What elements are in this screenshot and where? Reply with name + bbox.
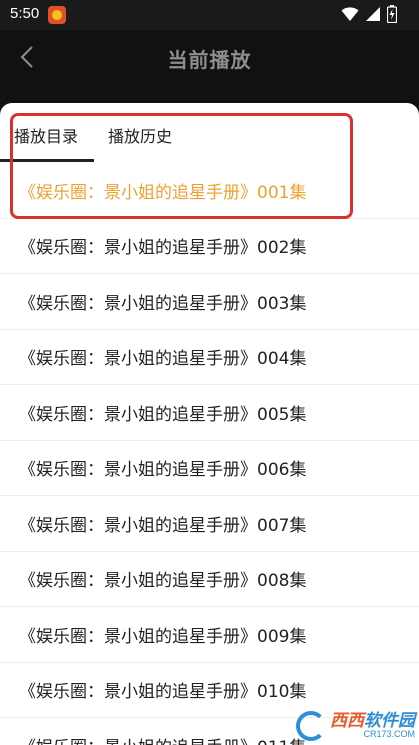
app-badge-icon: [48, 6, 66, 24]
nav-bar: 当前播放: [0, 30, 419, 108]
episode-item[interactable]: 《娱乐圈：景小姐的追星手册》009集: [0, 607, 419, 663]
episode-item[interactable]: 《娱乐圈：景小姐的追星手册》002集: [0, 219, 419, 274]
watermark: 西西软件园 CR173.COM: [296, 711, 415, 741]
wifi-icon: [341, 7, 359, 21]
playlist-sheet: 播放目录 播放历史 《娱乐圈：景小姐的追星手册》001集 《娱乐圈：景小姐的追星手…: [0, 103, 419, 745]
tab-playlist[interactable]: 播放目录: [14, 123, 78, 147]
status-bar: 5:50: [0, 0, 419, 30]
episode-item[interactable]: 《娱乐圈：景小姐的追星手册》006集: [0, 441, 419, 496]
episode-item[interactable]: 《娱乐圈：景小姐的追星手册》004集: [0, 330, 419, 385]
watermark-url: CR173.COM: [363, 729, 415, 739]
tab-indicator: [0, 159, 94, 162]
episode-item[interactable]: 《娱乐圈：景小姐的追星手册》005集: [0, 385, 419, 441]
status-time: 5:50: [10, 5, 40, 22]
battery-charging-icon: [387, 5, 397, 23]
tab-bar: 播放目录 播放历史: [0, 103, 419, 163]
watermark-name-a: 西西: [330, 711, 364, 731]
episode-item[interactable]: 《娱乐圈：景小姐的追星手册》003集: [0, 274, 419, 330]
signal-icon: [366, 7, 380, 21]
watermark-name-b: 软件园: [364, 711, 415, 731]
episode-item[interactable]: 《娱乐圈：景小姐的追星手册》010集: [0, 663, 419, 718]
episode-item[interactable]: 《娱乐圈：景小姐的追星手册》008集: [0, 552, 419, 607]
episode-item[interactable]: 《娱乐圈：景小姐的追星手册》007集: [0, 496, 419, 552]
status-icons: [341, 5, 397, 23]
tab-history[interactable]: 播放历史: [108, 123, 172, 147]
episode-item[interactable]: 《娱乐圈：景小姐的追星手册》001集: [0, 163, 419, 219]
page-title: 当前播放: [167, 48, 252, 72]
episode-list: 《娱乐圈：景小姐的追星手册》001集 《娱乐圈：景小姐的追星手册》002集 《娱乐圈…: [0, 163, 419, 745]
watermark-logo-icon: [296, 711, 326, 741]
